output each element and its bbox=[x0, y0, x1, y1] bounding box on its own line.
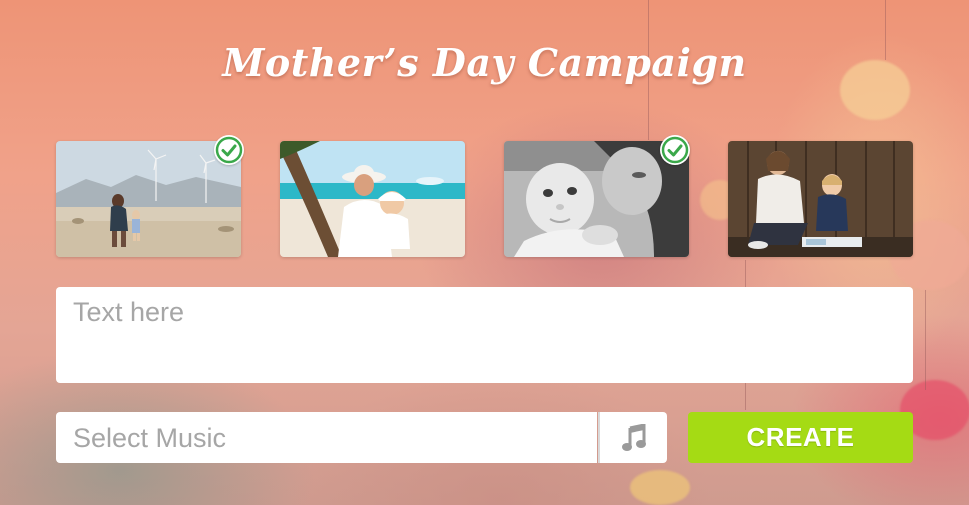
photo-image bbox=[728, 141, 913, 257]
music-note-icon bbox=[621, 423, 646, 451]
select-music-input[interactable]: Select Music bbox=[56, 412, 597, 463]
message-textarea[interactable]: Text here bbox=[56, 287, 913, 383]
photo-image bbox=[280, 141, 465, 257]
music-picker-button[interactable] bbox=[598, 412, 667, 463]
photo-gallery bbox=[56, 135, 913, 257]
create-button[interactable]: CREATE bbox=[688, 412, 913, 463]
selected-check-icon[interactable] bbox=[660, 135, 690, 165]
selected-check-icon[interactable] bbox=[214, 135, 244, 165]
message-placeholder: Text here bbox=[73, 297, 185, 327]
check-icon bbox=[215, 136, 243, 164]
check-icon bbox=[661, 136, 689, 164]
photo-mother-baby-beach-palm[interactable] bbox=[280, 141, 465, 257]
page-title: Mother’s Day Campaign bbox=[222, 40, 747, 85]
photo-mother-son-wooden-wall[interactable] bbox=[728, 141, 913, 257]
decor-string bbox=[925, 290, 926, 390]
select-music-placeholder: Select Music bbox=[73, 423, 227, 453]
decor-cloud bbox=[630, 470, 690, 505]
create-button-label: CREATE bbox=[746, 422, 855, 452]
